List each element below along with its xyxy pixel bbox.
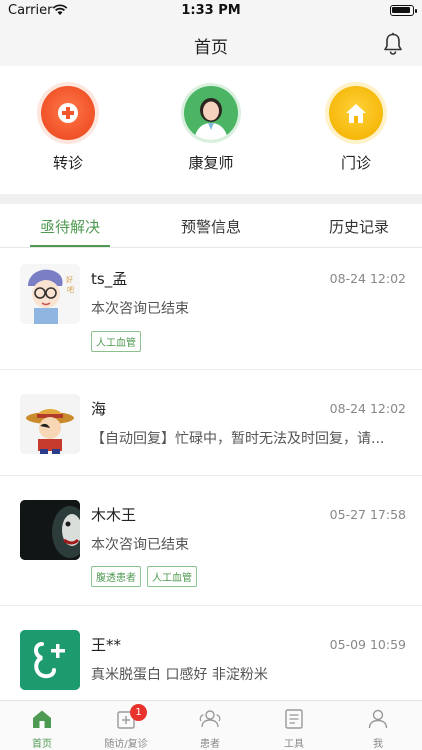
svg-text:好: 好 [66,275,73,284]
tabbar-label: 我 [373,739,383,750]
plus-circle-icon [41,86,95,140]
green-logo-avatar [20,630,80,690]
home-icon [30,707,54,731]
message-time: 08-24 12:02 [329,401,406,416]
tag-badge: 人工血管 [91,331,141,352]
notification-badge: 1 [130,704,147,721]
tab-urgent[interactable]: 亟待解决 [0,216,140,237]
patients-icon [198,707,222,731]
list-item[interactable]: 海 08-24 12:02 【自动回复】忙碌中，暂时无法及时回复，请... [0,370,422,476]
message-preview: 本次咨询已结束 [91,301,189,317]
quick-actions: 转诊 康复师 门诊 [0,66,422,194]
tab-strip: 亟待解决 预警信息 历史记录 [0,204,422,248]
dark-joker-avatar [20,500,80,560]
battery-icon [390,5,417,16]
tabbar-patients[interactable]: 患者 [168,707,252,750]
tabbar-label: 随访/复诊 [104,739,148,750]
followup-icon: 1 [114,704,147,731]
message-time: 08-24 12:02 [329,271,406,286]
cartoon-hat-avatar [20,394,80,454]
quick-action-label: 门诊 [340,154,371,172]
tools-icon [282,707,306,731]
active-tab-indicator [30,245,110,247]
list-item[interactable]: 好 吧 ts_孟 08-24 12:02 本次咨询已结束 人工血管 [0,248,422,370]
message-time: 05-09 10:59 [329,637,406,652]
status-bar: Carrier 1:33 PM [0,0,422,22]
quick-action-label: 转诊 [52,154,83,172]
quick-action-clinic[interactable]: 门诊 [311,86,401,173]
contact-name: 王** [91,636,122,654]
section-divider [0,194,422,204]
list-item[interactable]: 王** 05-09 10:59 真米脱蛋白 口感好 非淀粉米 [0,606,422,700]
tabbar-label: 工具 [284,739,304,750]
tag-badge: 腹透患者 [91,566,141,587]
tab-warnings[interactable]: 预警信息 [141,216,281,237]
tabbar-label: 首页 [32,739,52,750]
tabbar-tools[interactable]: 工具 [252,707,336,750]
clock: 1:33 PM [181,3,241,18]
quick-action-therapist[interactable]: 康复师 [166,86,256,173]
tab-history[interactable]: 历史记录 [289,216,422,237]
page-title: 首页 [194,38,228,58]
tabbar-followup[interactable]: 1 随访/复诊 [84,704,168,750]
bell-icon[interactable] [382,32,404,56]
message-time: 05-27 17:58 [329,507,406,522]
profile-icon [366,707,390,731]
quick-action-transfer[interactable]: 转诊 [23,86,113,173]
tabbar-profile[interactable]: 我 [336,707,420,750]
navigation-bar: 首页 [0,22,422,66]
contact-name: 木木王 [91,506,137,524]
doctor-avatar-icon [184,86,238,140]
home-icon [329,86,383,140]
tabbar-home[interactable]: 首页 [0,707,84,750]
bottom-tab-bar: 首页 1 随访/复诊 患者 工具 我 [0,700,422,750]
message-preview: 真米脱蛋白 口感好 非淀粉米 [91,667,268,683]
quick-action-label: 康复师 [188,154,234,172]
contact-name: 海 [91,400,107,418]
svg-text:吧: 吧 [67,286,74,294]
message-preview: 【自动回复】忙碌中，暂时无法及时回复，请... [91,431,385,447]
tabbar-label: 患者 [200,739,220,750]
list-item[interactable]: 木木王 05-27 17:58 本次咨询已结束 腹透患者 人工血管 [0,476,422,606]
cartoon-glasses-avatar: 好 吧 [20,264,80,324]
tag-badge: 人工血管 [147,566,197,587]
message-preview: 本次咨询已结束 [91,537,189,553]
contact-name: ts_孟 [91,270,128,288]
